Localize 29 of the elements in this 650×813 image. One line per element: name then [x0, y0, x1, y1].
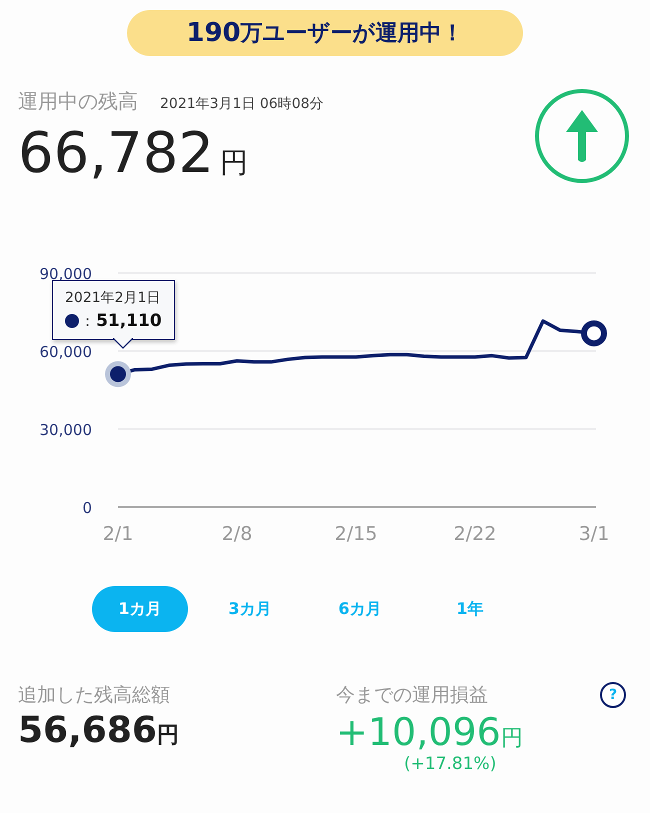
tooltip-separator: : [85, 312, 90, 330]
tooltip-date: 2021年2月1日 [65, 289, 162, 307]
added-total-amount: 56,686円 [18, 710, 180, 751]
period-tab[interactable]: 1年 [422, 586, 518, 632]
x-axis-label: 2/22 [454, 523, 496, 545]
y-axis-label: 30,000 [40, 421, 92, 439]
period-tab[interactable]: 3カ月 [202, 586, 298, 632]
profit-label: 今までの運用損益 [336, 683, 488, 708]
profit-percent: (+17.81%) [404, 754, 498, 774]
balance-amount: 66,782 円 [18, 121, 249, 186]
selected-point [105, 361, 131, 388]
user-count-banner: 190万ユーザーが運用中！ [127, 10, 523, 56]
timestamp: 2021年3月1日 06時08分 [160, 95, 324, 113]
added-total-label: 追加した残高総額 [18, 683, 171, 708]
x-axis-label: 2/8 [222, 523, 252, 545]
tooltip-value: 51,110 [96, 311, 162, 331]
profit-amount: +10,096 円 [336, 710, 524, 754]
help-button[interactable]: ? [600, 682, 626, 708]
period-tab[interactable]: 6カ月 [312, 586, 408, 632]
x-axis-label: 2/15 [334, 523, 378, 545]
series-dot-icon [65, 314, 79, 328]
y-axis-label: 60,000 [40, 343, 92, 361]
x-axis-label: 3/1 [578, 523, 610, 545]
x-axis-label: 2/1 [102, 523, 134, 545]
balance-label: 運用中の残高 [18, 88, 138, 115]
y-axis-label: 0 [82, 499, 92, 517]
period-tab[interactable]: 1カ月 [92, 586, 188, 632]
end-point [581, 320, 607, 346]
y-axis-label: 90,000 [40, 265, 92, 283]
